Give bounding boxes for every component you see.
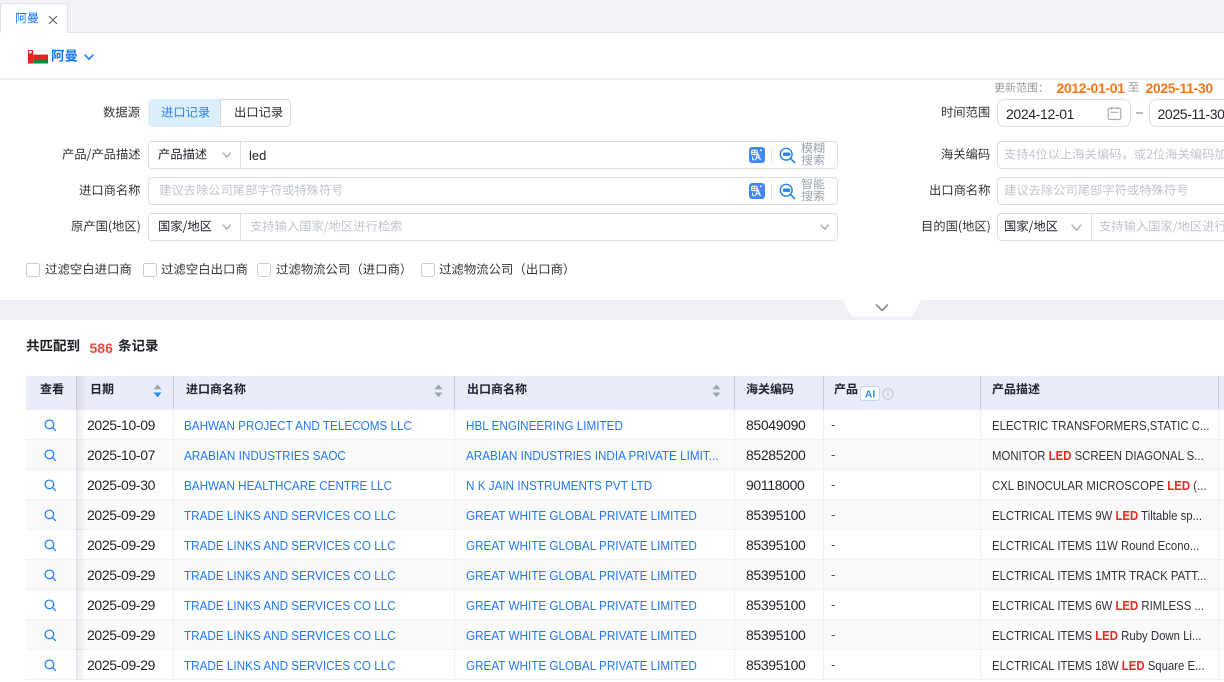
svg-text:AI: AI — [865, 388, 876, 400]
